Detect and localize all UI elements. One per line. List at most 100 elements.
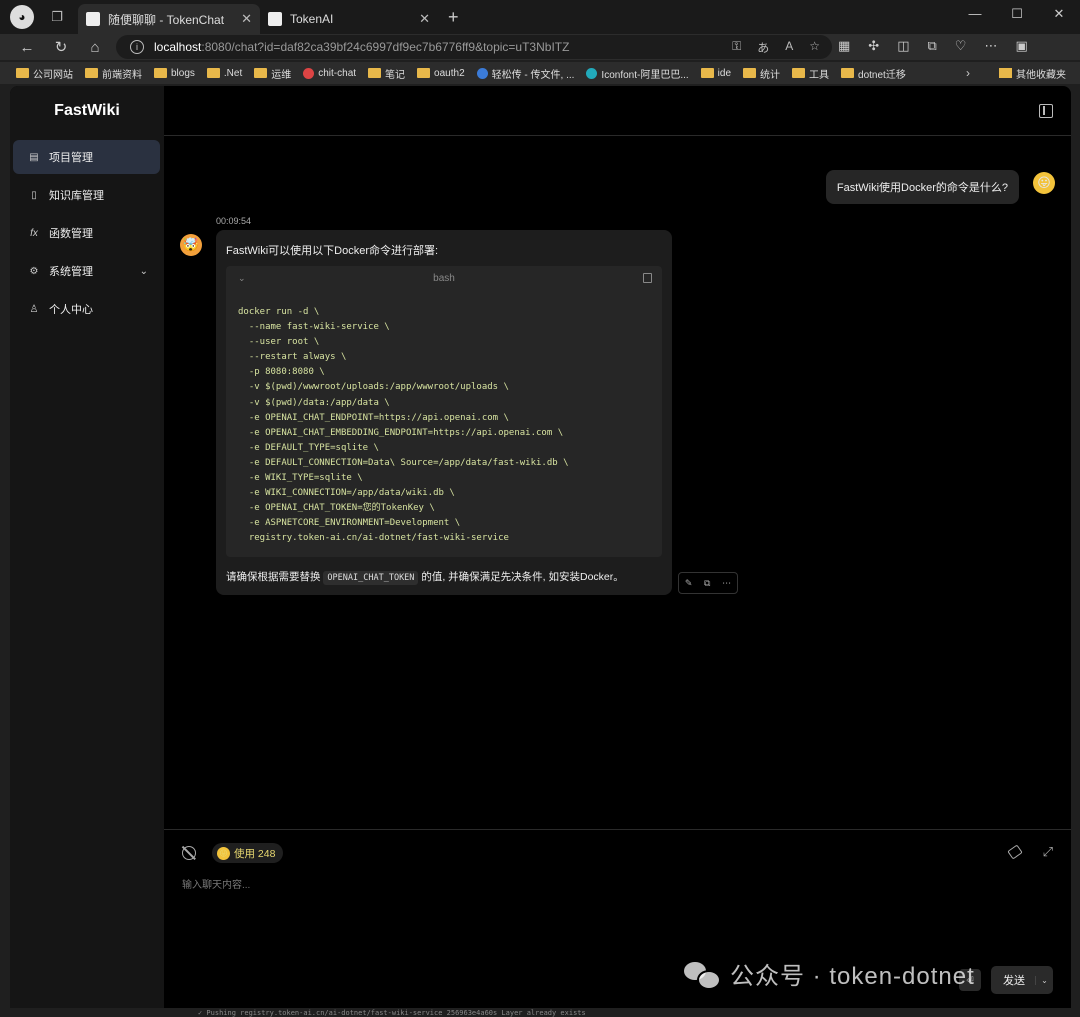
gear-icon: ⚙ xyxy=(29,265,39,277)
folder-icon xyxy=(154,68,167,78)
bookmark-label: 笔记 xyxy=(385,69,406,81)
bot-message: FastWiki可以使用以下Docker命令进行部署: ⌄ bash docke… xyxy=(216,230,672,595)
sidebar-item-profile[interactable]: ♙ 个人中心 xyxy=(13,292,160,326)
bookmark-folder[interactable]: 笔记 xyxy=(368,66,405,81)
bookmark-folder[interactable]: blogs xyxy=(154,68,195,79)
favorite-star-icon[interactable]: ☆ xyxy=(809,39,820,56)
send-button[interactable]: 发送 ⌄ xyxy=(991,966,1053,994)
watermark: 公众号 · token-dotnet xyxy=(684,956,975,991)
split-screen-icon[interactable]: ◫ xyxy=(897,38,909,54)
bookmark-folder[interactable]: oauth2 xyxy=(417,68,465,79)
sidebar-toggle-icon[interactable]: ▣ xyxy=(1015,38,1027,54)
code-content: docker run -d \ --name fast-wiki-service… xyxy=(226,290,662,547)
tokenai-favicon-icon xyxy=(268,12,282,26)
bookmark-label: 运维 xyxy=(271,69,292,81)
send-label: 发送 xyxy=(1003,975,1025,987)
minimize-button[interactable]: — xyxy=(954,0,996,28)
bookmark-folder[interactable]: 统计 xyxy=(743,66,780,81)
new-tab-button[interactable]: + xyxy=(448,7,459,28)
expand-icon[interactable]: ⤢ xyxy=(1043,844,1053,860)
message-timestamp: 00:09:54 xyxy=(216,216,252,226)
chevron-right-icon[interactable]: › xyxy=(966,66,970,80)
site-info-icon[interactable]: i xyxy=(130,40,144,54)
code-line: -e DEFAULT_CONNECTION=Data\ Source=/app/… xyxy=(238,457,569,468)
panel-toggle-icon[interactable] xyxy=(1039,104,1053,118)
back-arrow-icon[interactable]: ← xyxy=(10,39,44,56)
copy-icon[interactable] xyxy=(643,273,652,283)
other-bookmarks[interactable]: 其他收藏夹 xyxy=(999,66,1066,81)
maximize-button[interactable]: ☐ xyxy=(996,0,1038,28)
copy-icon[interactable]: ⧉ xyxy=(704,578,710,589)
bookmark-label: 前端资料 xyxy=(102,69,142,81)
emoji-icon: 😛 xyxy=(217,846,230,860)
close-tab-icon[interactable]: ✕ xyxy=(241,11,252,27)
bookmark-label: 其他收藏夹 xyxy=(1016,69,1066,81)
folder-icon xyxy=(792,68,806,78)
wechat-logo-icon xyxy=(684,960,721,990)
bookmark-folder[interactable]: .Net xyxy=(206,68,242,79)
collections-icon[interactable]: ⧉ xyxy=(928,38,937,54)
bookmark-label: oauth2 xyxy=(434,67,465,79)
bookmark-label: dotnet迁移 xyxy=(858,69,906,81)
code-line: -v $(pwd)/wwwroot/uploads:/app/wwwroot/u… xyxy=(238,382,509,393)
code-line: -p 8080:8080 \ xyxy=(238,367,325,378)
code-line: -e WIKI_TYPE=sqlite \ xyxy=(238,473,363,484)
navigation-bar: ← ↻ ⌂ i localhost :8080/chat?id=daf82ca3… xyxy=(0,34,1080,60)
sidebar-item-label: 系统管理 xyxy=(49,266,93,278)
puzzle-icon[interactable]: ✣ xyxy=(868,38,879,54)
code-line: -e OPENAI_CHAT_EMBEDDING_ENDPOINT=https:… xyxy=(238,427,564,438)
code-line: -e WIKI_CONNECTION=/app/data/wiki.db \ xyxy=(238,488,455,499)
bookmark-link[interactable]: chit-chat xyxy=(303,67,356,79)
folder-icon xyxy=(85,68,98,78)
translate-icon[interactable]: あ xyxy=(757,39,769,56)
close-tab-icon[interactable]: ✕ xyxy=(419,11,430,27)
more-icon[interactable]: ⋯ xyxy=(722,578,731,589)
sidebar-item-projects[interactable]: ▤ 项目管理 xyxy=(13,140,160,174)
sidebar-item-label: 函数管理 xyxy=(49,228,93,240)
iconfont-icon xyxy=(586,67,598,79)
eraser-icon[interactable] xyxy=(1007,844,1023,860)
bookmark-folder[interactable]: ide xyxy=(700,68,731,79)
chevron-down-icon[interactable]: ⌄ xyxy=(238,273,246,284)
profile-avatar[interactable]: ◕ xyxy=(10,5,34,29)
address-bar[interactable]: i localhost :8080/chat?id=daf82ca39bf24c… xyxy=(116,35,832,59)
code-line: -e ASPNETCORE_ENVIRONMENT=Development \ xyxy=(238,518,461,529)
user-message: FastWiki使用Docker的命令是什么? xyxy=(825,170,1019,204)
address-path: :8080/chat?id=daf82ca39bf24c6997df9ec7b6… xyxy=(201,40,570,54)
more-menu-icon[interactable]: ⋯ xyxy=(984,38,997,54)
tab-actions-icon[interactable]: ❐ xyxy=(46,6,68,28)
health-icon[interactable]: ♡ xyxy=(955,38,967,54)
code-line: --user root \ xyxy=(238,337,320,348)
tab-tokenai[interactable]: TokenAI ✕ xyxy=(260,4,438,34)
sidebar-item-knowledge[interactable]: ▯ 知识库管理 xyxy=(13,178,160,212)
bookmark-folder[interactable]: 公司网站 xyxy=(16,66,73,81)
extension-icon[interactable]: ▦ xyxy=(838,38,850,54)
bookmark-label: 统计 xyxy=(760,69,781,81)
refresh-icon[interactable]: ↻ xyxy=(44,38,78,56)
bookmark-folder[interactable]: 工具 xyxy=(792,66,829,81)
extension-icons: ▦ ✣ ◫ ⧉ ♡ ⋯ ▣ xyxy=(838,38,1028,54)
bookmark-folder[interactable]: 运维 xyxy=(254,66,291,81)
bot-outro-text: 请确保根据需要替换 OPENAI_CHAT_TOKEN 的值, 并确保满足先决条… xyxy=(226,569,624,585)
sidebar-item-system[interactable]: ⚙ 系统管理 ⌄ xyxy=(13,254,160,288)
bookmark-folder[interactable]: dotnet迁移 xyxy=(841,66,906,81)
read-aloud-icon[interactable]: A xyxy=(785,39,793,56)
chevron-down-icon[interactable]: ⌄ xyxy=(1035,975,1053,985)
usage-badge[interactable]: 😛 使用 248 xyxy=(212,843,284,863)
folder-icon xyxy=(254,68,268,78)
history-off-icon[interactable] xyxy=(182,846,196,860)
close-window-button[interactable]: ✕ xyxy=(1038,0,1080,28)
bookmark-link[interactable]: Iconfont-阿里巴巴... xyxy=(586,66,689,81)
home-icon[interactable]: ⌂ xyxy=(78,39,112,56)
edit-icon[interactable]: ✎ xyxy=(685,578,693,589)
tab-label: 随便聊聊 - TokenChat xyxy=(108,12,225,27)
tab-tokenchat[interactable]: 随便聊聊 - TokenChat ✕ xyxy=(78,4,260,34)
chat-input[interactable]: 输入聊天内容... xyxy=(182,876,250,891)
bookmark-folder[interactable]: 前端资料 xyxy=(85,66,142,81)
key-icon[interactable]: ⚿ xyxy=(732,39,741,56)
sidebar-item-functions[interactable]: fx 函数管理 xyxy=(13,216,160,250)
folder-icon xyxy=(700,68,714,78)
bookmark-link[interactable]: 轻松传 - 传文件, ... xyxy=(476,66,574,81)
folder-icon xyxy=(206,68,220,78)
folder-icon xyxy=(999,68,1012,78)
